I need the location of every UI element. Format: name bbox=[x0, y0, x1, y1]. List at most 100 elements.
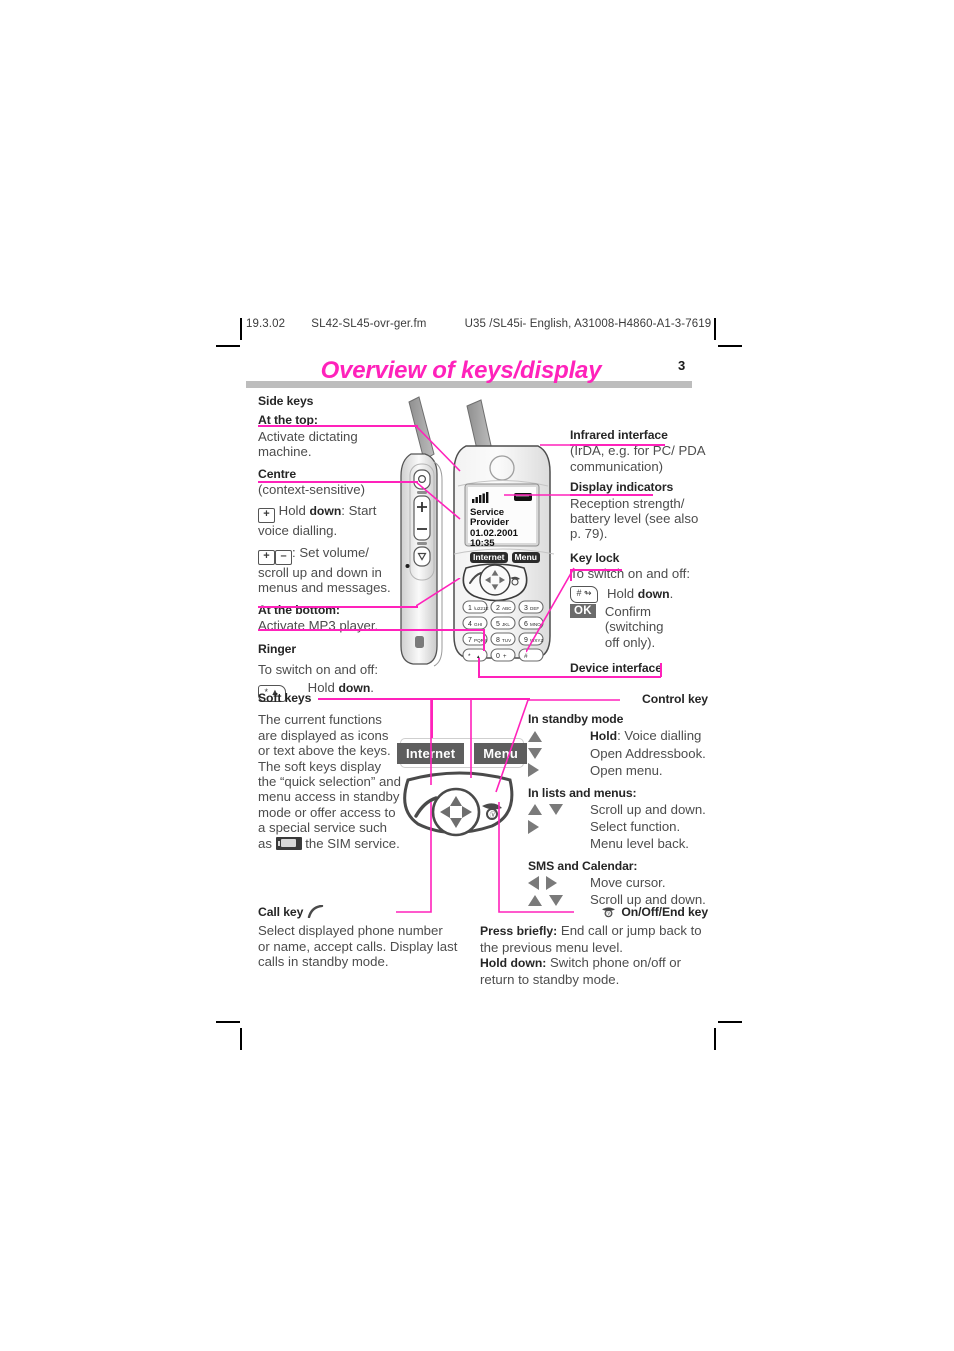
leader-key-lock bbox=[570, 569, 622, 571]
standby-row-1-icons bbox=[528, 747, 590, 759]
svg-text:4: 4 bbox=[468, 621, 472, 628]
phone-screen-content: Service Provider 01.02.2001 10:35 Intern… bbox=[470, 507, 540, 563]
end-key-row1-bold: Press briefly: bbox=[480, 924, 558, 939]
lists-heading: In lists and menus: bbox=[528, 785, 637, 800]
end-key-row2-bold: Hold down: bbox=[480, 956, 547, 971]
leader-infrared-line bbox=[540, 444, 571, 446]
at-the-top-body: Activate dictating machine. bbox=[258, 428, 358, 460]
infrared-section: Infrared interface (IrDA, e.g. for PC/ P… bbox=[570, 428, 710, 582]
page-number: 3 bbox=[678, 358, 686, 373]
arrow-right-icon bbox=[528, 763, 539, 778]
svg-text:5: 5 bbox=[496, 621, 500, 628]
soft-keys-body-2: the SIM service. bbox=[305, 835, 400, 851]
lists-row-0-icons bbox=[528, 804, 590, 816]
svg-text:1: 1 bbox=[468, 605, 472, 612]
screen-provider: Service Provider bbox=[470, 507, 509, 529]
crop-mark-top-left-vertical bbox=[240, 318, 242, 340]
leader-device-interface-stub bbox=[660, 663, 662, 677]
leader-at-the-bottom bbox=[258, 606, 418, 608]
side-keys-heading: Side keys bbox=[258, 394, 314, 408]
running-head-doc-ref: U35 /SL45i- English, A31008-H4860-A1-3-7… bbox=[464, 318, 712, 330]
end-key-icon: Ⓥ bbox=[601, 907, 615, 918]
screen-soft-right[interactable]: Menu bbox=[511, 551, 540, 563]
ringer-body: To switch on and off: bbox=[258, 661, 378, 677]
control-key-heading: Control key bbox=[642, 692, 708, 706]
call-key-section: Call key Select displayed phone number o… bbox=[258, 904, 458, 970]
svg-text:PQRS: PQRS bbox=[474, 638, 487, 643]
device-interface-heading: Device interface bbox=[570, 661, 662, 675]
key-lock-row1-suffix: . bbox=[669, 586, 674, 601]
standby-row-0-text: : Voice dialling bbox=[617, 728, 702, 744]
arrow-up-icon bbox=[528, 730, 542, 742]
svg-text:ABC: ABC bbox=[502, 606, 512, 611]
device-interface-section: Device interface bbox=[570, 661, 720, 676]
display-indicators-body: Reception strength/ battery level (see a… bbox=[570, 495, 699, 542]
call-key-icon bbox=[307, 905, 324, 918]
infrared-heading: Infrared interface bbox=[570, 428, 668, 442]
running-head-date: 19.3.02 bbox=[246, 318, 286, 330]
centre-line1-bold: down bbox=[309, 504, 342, 519]
leader-centre bbox=[258, 481, 418, 483]
at-the-bottom-heading: At the bottom: bbox=[258, 602, 340, 617]
key-lock-row1-prefix: Hold bbox=[607, 586, 638, 601]
soft-keys-section: Soft keys The current functions are disp… bbox=[258, 691, 403, 851]
standby-row-2-text: Open menu. bbox=[590, 762, 663, 778]
side-keys-section: Side keys At the top: Activate dictating… bbox=[258, 394, 398, 703]
soft-keys-body-1: The current functions are displayed as i… bbox=[258, 712, 401, 851]
centre-line1-prefix: Hold bbox=[278, 503, 310, 519]
centre-sub: (context-sensitive) bbox=[258, 482, 366, 498]
call-key-heading: Call key bbox=[258, 905, 304, 919]
running-head-filename: SL42-SL45-ovr-ger.fm bbox=[311, 318, 427, 330]
crop-mark-bottom-left-vertical bbox=[240, 1028, 242, 1050]
crop-mark-bottom-right-horizontal bbox=[718, 1021, 742, 1023]
infrared-body: (IrDA, e.g. for PC/ PDA communication) bbox=[570, 443, 705, 474]
key-lock-heading: Key lock bbox=[570, 550, 620, 565]
sms-row-0: Move cursor. bbox=[528, 875, 708, 892]
end-key-section: Ⓥ On/Off/End key Press briefly: End call… bbox=[480, 904, 708, 987]
standby-row-2-icons bbox=[528, 763, 590, 778]
standby-row-2: Open menu. bbox=[528, 762, 708, 779]
leader-centre-diagonal bbox=[416, 481, 461, 520]
arrow-down-icon bbox=[528, 747, 542, 759]
lists-row-0: Scroll up and down. bbox=[528, 801, 708, 818]
standby-heading: In standby mode bbox=[528, 712, 624, 727]
plus-key-icon: + bbox=[258, 508, 275, 524]
svg-text:7: 7 bbox=[468, 637, 472, 644]
leader-at-the-bottom-diagonal bbox=[416, 578, 461, 607]
leader-ringer bbox=[258, 629, 484, 631]
lists-row-0-text: Scroll up and down. bbox=[590, 802, 706, 818]
sms-row-0-icons bbox=[528, 876, 590, 891]
sms-row-0-text: Move cursor. bbox=[590, 875, 666, 891]
leader-at-the-top bbox=[258, 425, 418, 427]
lists-row-1: Select function. bbox=[528, 818, 708, 835]
crop-mark-bottom-right-vertical bbox=[714, 1028, 716, 1050]
leader-at-the-top-diagonal bbox=[416, 425, 461, 472]
arrow-right-icon bbox=[528, 819, 539, 834]
end-key-heading: On/Off/End key bbox=[621, 905, 708, 919]
svg-text:+: + bbox=[503, 654, 507, 660]
leader-display-indicators-line bbox=[504, 494, 573, 496]
page-title: Overview of keys/display bbox=[320, 357, 602, 384]
control-key-cluster bbox=[462, 563, 528, 602]
minus-key-icon: – bbox=[275, 549, 292, 565]
leader-key-lock-to-phone bbox=[526, 567, 575, 653]
svg-text:GHI: GHI bbox=[474, 622, 482, 627]
control-key-section: Control key In standby mode Hold: Voice … bbox=[528, 692, 708, 909]
key-lock-row2-text: Confirm (switching off only). bbox=[604, 604, 664, 650]
key-lock-row1-bold: down bbox=[637, 587, 670, 601]
svg-text:0: 0 bbox=[496, 653, 500, 660]
at-the-bottom-body: Activate MP3 player. bbox=[258, 618, 379, 634]
manual-page: 19.3.02 SL42-SL45-ovr-ger.fm U35 /SL45i-… bbox=[0, 0, 954, 1351]
screen-soft-left[interactable]: Internet bbox=[470, 551, 508, 563]
arrow-up-icon bbox=[528, 804, 542, 816]
svg-text:8: 8 bbox=[496, 637, 500, 644]
screen-datetime: 01.02.2001 10:35 bbox=[470, 527, 519, 550]
lists-row-1-text: Select function. bbox=[590, 819, 681, 835]
crop-mark-top-right-horizontal bbox=[718, 345, 742, 347]
key-lock-rows: # ↬ Hold down. OK Confirm (switching off… bbox=[570, 586, 710, 650]
standby-row-0-icons bbox=[528, 730, 590, 742]
running-head: 19.3.02 SL42-SL45-ovr-ger.fm U35 /SL45i-… bbox=[246, 318, 716, 330]
crop-mark-top-left-horizontal bbox=[216, 345, 240, 347]
leader-infrared bbox=[570, 444, 665, 446]
leader-ringer-vertical bbox=[483, 629, 485, 651]
